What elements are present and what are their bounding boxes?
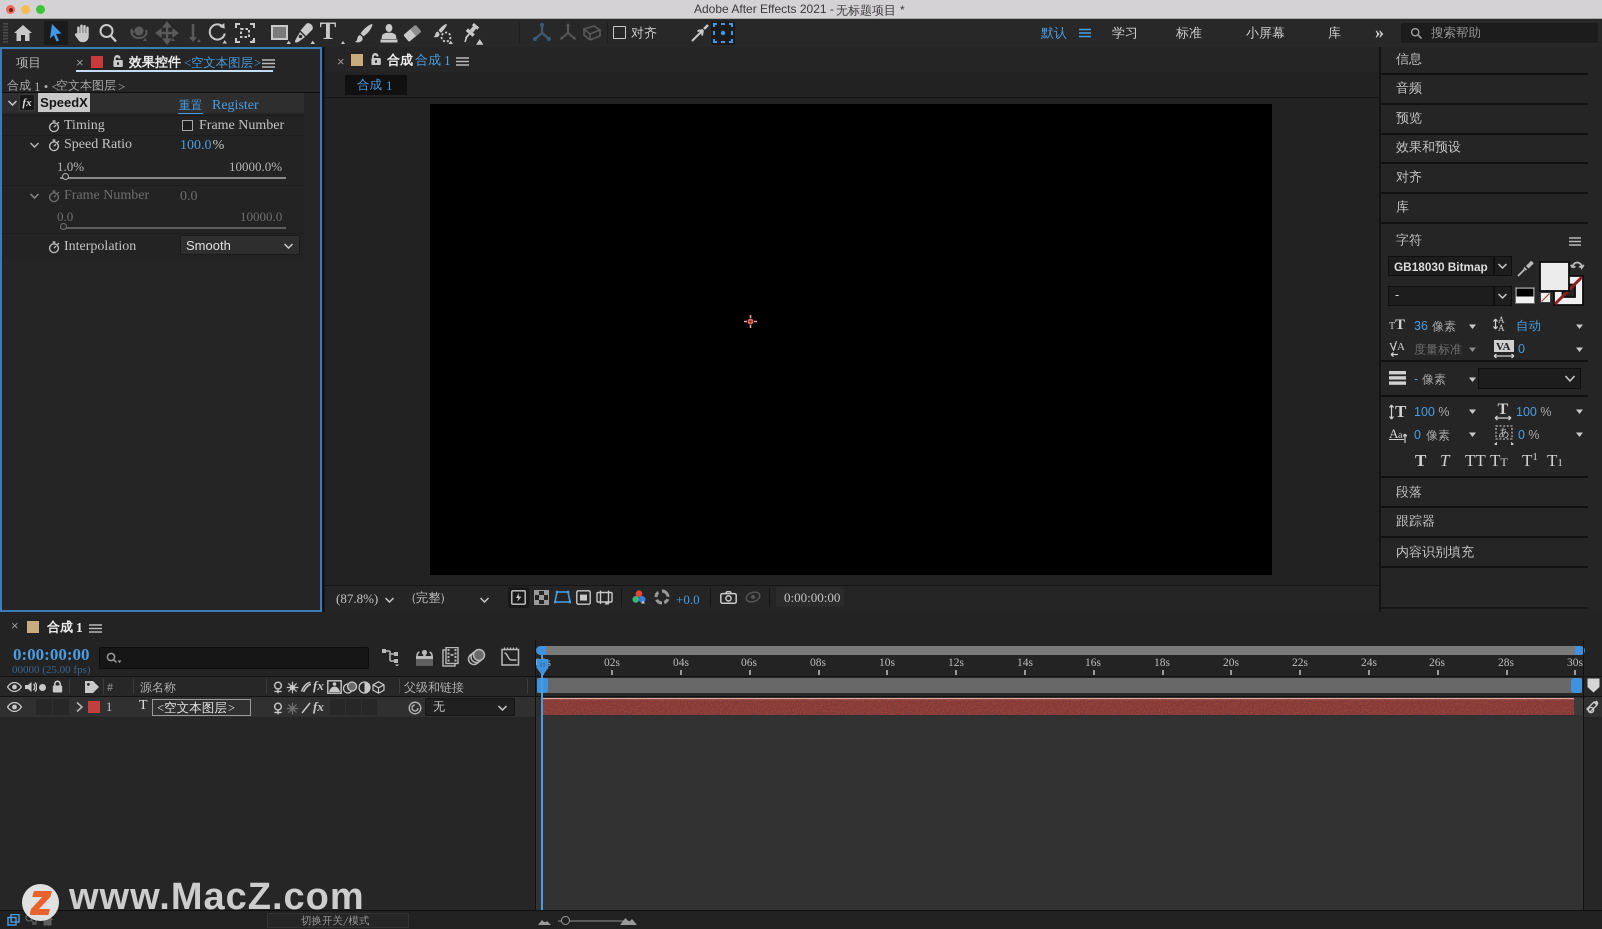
svg-text:T: T xyxy=(1498,402,1509,418)
svg-text:T: T xyxy=(1395,403,1407,421)
svg-text:A: A xyxy=(1498,323,1505,333)
svg-text:A: A xyxy=(1397,341,1405,353)
svg-text:VA: VA xyxy=(1496,341,1511,353)
